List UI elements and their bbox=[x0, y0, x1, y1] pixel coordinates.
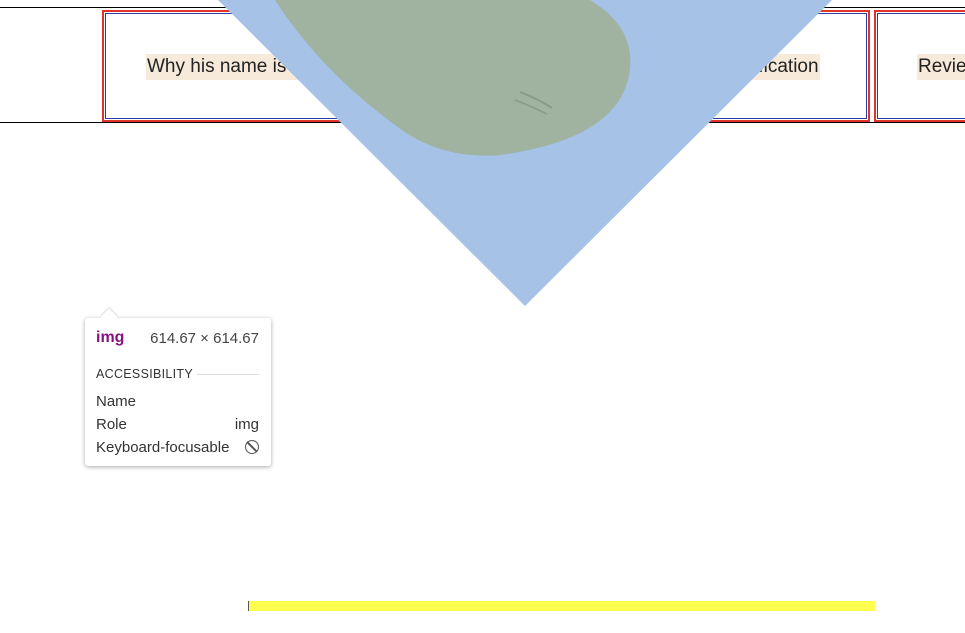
row-label: Name bbox=[96, 392, 137, 410]
not-allowed-icon bbox=[245, 440, 259, 454]
accessibility-heading: ACCESSIBILITY bbox=[96, 367, 193, 381]
row-label: Keyboard-focusable bbox=[96, 438, 230, 456]
highlight-bar bbox=[248, 601, 875, 611]
row-value: img bbox=[234, 415, 259, 433]
divider bbox=[197, 374, 259, 375]
product-image-highlight bbox=[218, 0, 832, 306]
row-label: Role bbox=[96, 415, 127, 433]
element-tag: img bbox=[96, 329, 125, 346]
accessibility-row-keyboard-focusable: Keyboard-focusable bbox=[96, 437, 259, 457]
devtools-inspect-tooltip: img 614.67 × 614.67 ACCESSIBILITY Name R… bbox=[85, 318, 271, 466]
accessibility-row-role: Role img bbox=[96, 414, 259, 434]
accessibility-row-name: Name bbox=[96, 391, 259, 411]
element-dimensions: 614.67 × 614.67 bbox=[150, 330, 259, 347]
